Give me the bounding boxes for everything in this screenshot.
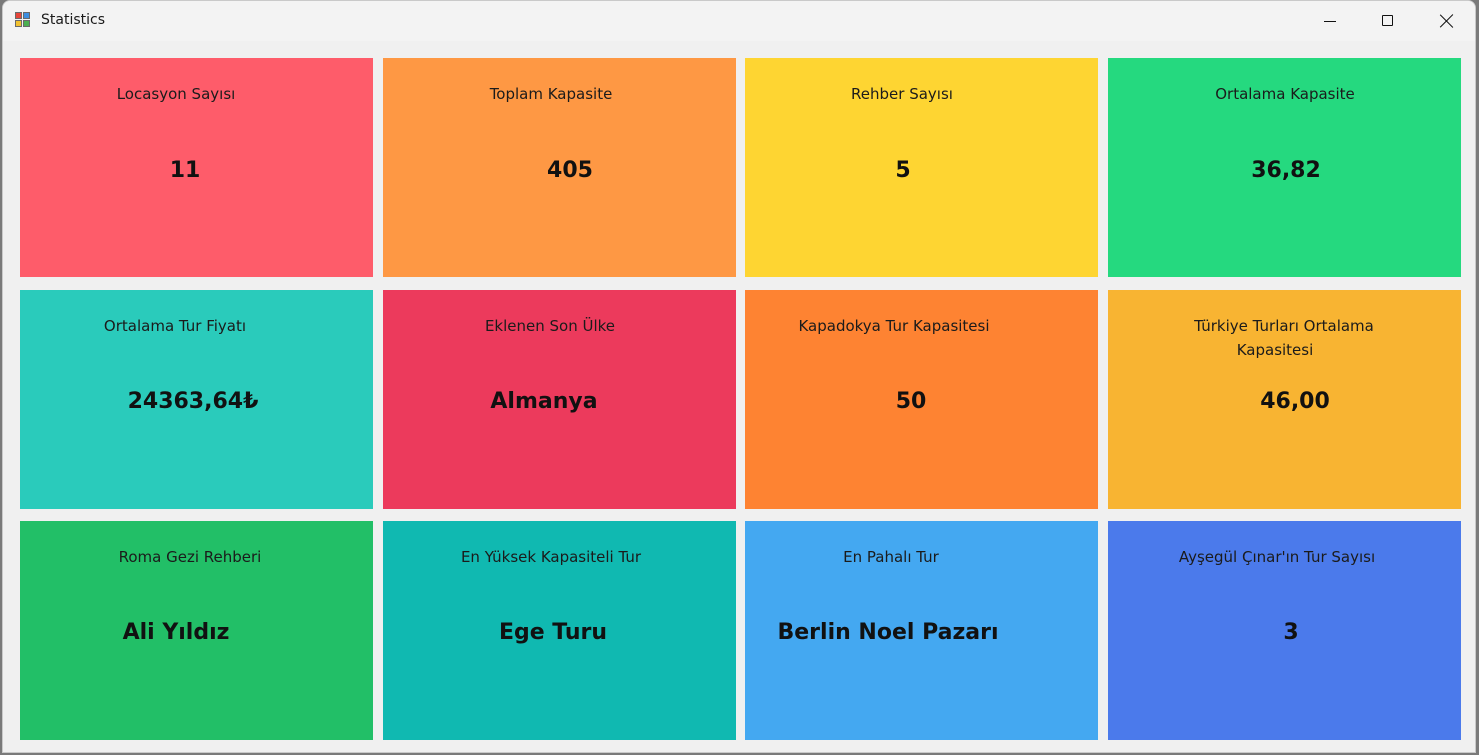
card-value: Ege Turu	[498, 620, 608, 645]
card-label: Ortalama Tur Fiyatı	[103, 317, 247, 335]
card-kapadokya-tur-kapasitesi: Kapadokya Tur Kapasitesi 50	[745, 290, 1098, 509]
card-value: 5	[895, 158, 911, 183]
card-aysegul-cinar-tur-sayisi: Ayşegül Çınar'ın Tur Sayısı 3	[1108, 521, 1461, 740]
card-value: Almanya	[490, 389, 598, 414]
card-label: Kapadokya Tur Kapasitesi	[798, 317, 990, 335]
window-title: Statistics	[41, 12, 105, 28]
maximize-button[interactable]	[1359, 1, 1417, 41]
card-value: 24363,64₺	[127, 389, 259, 414]
card-label: Türkiye Turları Ortalama	[1194, 317, 1374, 335]
card-value: Ali Yıldız	[122, 620, 230, 645]
card-rehber-sayisi: Rehber Sayısı 5	[745, 58, 1098, 277]
card-value: Berlin Noel Pazarı	[777, 620, 999, 645]
card-turkiye-turlari-ortalama-kapasitesi: Türkiye Turları Ortalama Kapasitesi 46,0…	[1108, 290, 1461, 509]
card-label: Rehber Sayısı	[851, 85, 953, 103]
card-label: Ortalama Kapasite	[1215, 85, 1355, 103]
app-icon	[15, 12, 31, 28]
card-locasyon-sayisi: Locasyon Sayısı 11	[20, 58, 373, 277]
card-label: Toplam Kapasite	[489, 85, 613, 103]
maximize-icon	[1382, 15, 1393, 26]
card-value: 36,82	[1251, 158, 1321, 183]
card-eklenen-son-ulke: Eklenen Son Ülke Almanya	[383, 290, 736, 509]
card-en-pahali-tur: En Pahalı Tur Berlin Noel Pazarı	[745, 521, 1098, 740]
card-label: Eklenen Son Ülke	[484, 317, 616, 335]
card-label: Locasyon Sayısı	[116, 85, 236, 103]
close-button[interactable]	[1417, 1, 1475, 41]
card-label-line2: Kapasitesi	[1236, 341, 1314, 359]
card-en-yuksek-kapasiteli-tur: En Yüksek Kapasiteli Tur Ege Turu	[383, 521, 736, 740]
title-bar[interactable]: Statistics	[3, 1, 1475, 41]
card-value: 3	[1283, 620, 1299, 645]
card-roma-gezi-rehberi: Roma Gezi Rehberi Ali Yıldız	[20, 521, 373, 740]
card-label: En Yüksek Kapasiteli Tur	[460, 548, 642, 566]
card-value: 405	[547, 158, 593, 183]
card-value: 46,00	[1260, 389, 1330, 414]
close-icon	[1439, 13, 1455, 29]
card-ortalama-tur-fiyati: Ortalama Tur Fiyatı 24363,64₺	[20, 290, 373, 509]
card-value: 50	[895, 389, 927, 414]
card-toplam-kapasite: Toplam Kapasite 405	[383, 58, 736, 277]
card-value: 11	[169, 158, 201, 183]
card-ortalama-kapasite: Ortalama Kapasite 36,82	[1108, 58, 1461, 277]
minimize-icon	[1324, 21, 1336, 22]
minimize-button[interactable]	[1301, 1, 1359, 41]
card-label: Roma Gezi Rehberi	[118, 548, 262, 566]
statistics-window: Statistics Locasyon Sayısı 11 Toplam Kap…	[2, 0, 1476, 753]
card-label: En Pahalı Tur	[843, 548, 939, 566]
card-label: Ayşegül Çınar'ın Tur Sayısı	[1178, 548, 1376, 566]
